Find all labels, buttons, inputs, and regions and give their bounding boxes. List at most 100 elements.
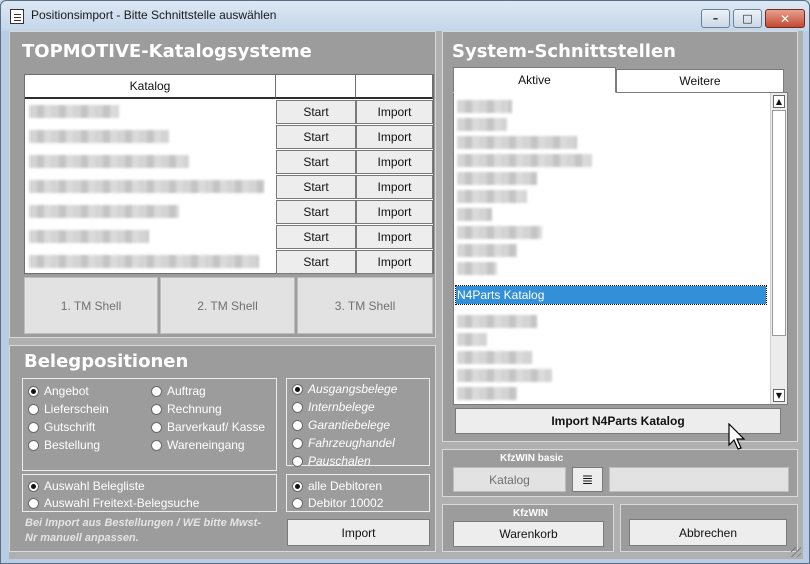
list-item-redacted [457,118,507,131]
kfzwin-basic-field[interactable] [609,467,789,492]
abbrechen-button[interactable]: Abbrechen [629,519,787,546]
system-interfaces-panel: System-Schnittstellen Aktive Weitere N4P… [442,31,798,442]
radio-alle-debitoren[interactable]: alle Debitoren [292,479,382,493]
catalog-name-redacted [29,130,169,143]
catalog-import-button[interactable]: Import [356,225,433,249]
maximize-icon: □ [742,12,753,25]
radio-ausgangsbelege[interactable]: Ausgangsbelege [292,382,397,396]
radio-lieferschein[interactable]: Lieferschein [28,402,109,416]
catalog-name-redacted [29,230,149,243]
tm-shell-3-button[interactable]: 3. TM Shell [297,277,433,334]
interfaces-list[interactable]: N4Parts Katalog ▲ ▼ [453,92,788,405]
list-item-redacted [457,226,542,239]
catalog-start-button[interactable]: Start [276,150,356,174]
cursor-arrow-icon [728,423,746,450]
dialog-window: Positionsimport - Bitte Schnittstelle au… [0,0,810,564]
tab-weitere[interactable]: Weitere [616,69,784,93]
katalog-button[interactable]: Katalog [453,467,566,492]
radio-internbelege[interactable]: Internbelege [292,400,375,414]
radio-auswahl-freitext[interactable]: Auswahl Freitext-Belegsuche [28,496,199,510]
list-item-selected[interactable]: N4Parts Katalog [455,285,767,305]
radio-icon [151,439,162,451]
catalog-start-button[interactable]: Start [276,200,356,224]
radio-icon [292,497,303,509]
radio-gutschrift[interactable]: Gutschrift [28,420,95,434]
catalog-name-redacted [29,105,119,118]
radio-auftrag[interactable]: Auftrag [151,384,206,398]
list-item-redacted [457,136,577,149]
radio-icon [292,419,303,431]
scroll-down-icon[interactable]: ▼ [773,389,785,402]
catalog-import-button[interactable]: Import [356,150,433,174]
warenkorb-button[interactable]: Warenkorb [453,521,604,547]
list-item-redacted [457,351,532,364]
radio-icon [151,385,162,397]
list-item-redacted [457,262,497,275]
catalog-start-button[interactable]: Start [276,125,356,149]
tab-aktive[interactable]: Aktive [453,67,616,93]
kfzwin-label: KfzWIN [513,508,548,519]
catalog-name-redacted [29,180,264,193]
close-button[interactable]: ✕ [765,9,805,28]
catalog-start-button[interactable]: Start [276,175,356,199]
import-hint-note: Bei Import aus Bestellungen / WE bitte M… [25,517,261,544]
kfzwin-panel: KfzWIN Warenkorb [442,504,614,552]
beleg-import-button[interactable]: Import [287,519,430,546]
radio-bestellung[interactable]: Bestellung [28,438,100,452]
catalog-import-button[interactable]: Import [356,200,433,224]
radio-rechnung[interactable]: Rechnung [151,402,222,416]
kfzwin-basic-label: KfzWIN basic [500,453,564,464]
radio-icon [28,403,39,415]
radio-barverkauf[interactable]: Barverkauf/ Kasse [151,420,265,434]
scrollbar-thumb[interactable] [772,110,786,336]
radio-icon [28,421,39,433]
list-item-redacted [457,244,517,257]
radio-selected-icon [28,385,39,397]
list-item-redacted [457,333,487,346]
radio-fahrzeughandel[interactable]: Fahrzeughandel [292,436,395,450]
tm-shell-1-button[interactable]: 1. TM Shell [24,277,158,334]
minimize-button[interactable]: – [701,9,730,28]
beleg-type-group: Angebot Lieferschein Gutschrift Bestellu… [22,378,277,471]
radio-icon [292,437,303,449]
radio-auswahl-belegliste[interactable]: Auswahl Belegliste [28,479,145,493]
radio-icon [292,401,303,413]
radio-icon [151,421,162,433]
catalog-import-button[interactable]: Import [356,125,433,149]
list-item-redacted [457,100,512,113]
catalog-import-button[interactable]: Import [356,100,433,124]
catalog-start-button[interactable]: Start [276,225,356,249]
list-menu-button[interactable]: ≣ [572,467,603,492]
radio-angebot[interactable]: Angebot [28,384,89,398]
catalog-name-redacted [29,205,179,218]
catalog-column-header[interactable]: Katalog [25,75,276,99]
maximize-button[interactable]: □ [733,9,762,28]
radio-wareneingang[interactable]: Wareneingang [151,438,245,452]
catalog-import-button[interactable]: Import [356,175,433,199]
radio-icon [28,497,39,509]
debitor-group: alle Debitoren Debitor 10002 [286,474,430,512]
cancel-panel: Abbrechen [620,504,798,552]
list-item-redacted [457,369,552,382]
radio-icon [292,455,303,467]
beleg-panel: Belegpositionen Angebot Lieferschein Gut… [9,345,436,552]
beleg-panel-title: Belegpositionen [24,351,189,372]
radio-icon [28,439,39,451]
list-scrollbar[interactable]: ▲ ▼ [770,93,787,404]
radio-pauschalen[interactable]: Pauschalen [292,454,371,468]
catalog-start-button[interactable]: Start [276,100,356,124]
list-item-redacted [457,190,527,203]
scroll-up-icon[interactable]: ▲ [773,95,785,108]
list-item-redacted [457,387,517,400]
radio-garantiebelege[interactable]: Garantiebelege [292,418,390,432]
list-lines-icon: ≣ [581,471,594,487]
catalog-start-button[interactable]: Start [276,250,356,274]
radio-debitor-10002[interactable]: Debitor 10002 [292,496,383,510]
tm-shell-2-button[interactable]: 2. TM Shell [160,277,295,334]
catalog-import-button[interactable]: Import [356,250,433,274]
kfzwin-basic-panel: KfzWIN basic Katalog ≣ [442,449,798,497]
list-item-redacted [457,172,537,185]
minimize-icon: – [712,12,719,25]
resize-grip-icon[interactable] [791,547,801,557]
start-column-header [276,75,356,99]
